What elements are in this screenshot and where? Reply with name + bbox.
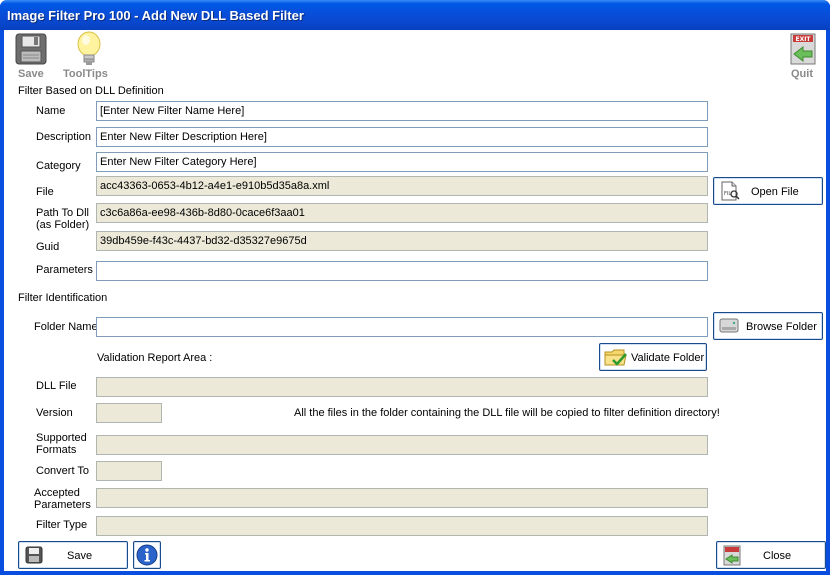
floppy-disk-icon xyxy=(25,546,43,564)
window-client-area: Save ToolTips EXIT Quit Filter Based on … xyxy=(4,30,826,571)
description-label: Description xyxy=(36,131,92,143)
svg-text:FIL: FIL xyxy=(724,191,731,197)
folder-check-icon xyxy=(604,349,627,366)
lightbulb-icon xyxy=(77,31,101,65)
category-field[interactable]: Enter New Filter Category Here] xyxy=(96,152,708,172)
toolbar-tooltips-button[interactable]: ToolTips xyxy=(62,30,116,82)
window-title: Image Filter Pro 100 - Add New DLL Based… xyxy=(7,8,304,23)
version-field xyxy=(96,403,162,423)
toolbar-tooltips-label: ToolTips xyxy=(63,68,108,80)
svg-text:EXIT: EXIT xyxy=(795,36,811,43)
name-field[interactable]: [Enter New Filter Name Here] xyxy=(96,101,708,121)
guid-field: 39db459e-f43c-4437-bd32-d35327e9675d xyxy=(96,231,708,251)
parameters-label: Parameters xyxy=(36,264,93,276)
footer-save-button[interactable]: Save xyxy=(18,541,128,569)
exit-door-icon xyxy=(723,545,741,566)
guid-label: Guid xyxy=(36,241,60,253)
folder-name-label: Folder Name xyxy=(34,321,98,333)
dll-file-field xyxy=(96,377,708,397)
validate-folder-button[interactable]: Validate Folder xyxy=(599,343,707,371)
accepted-parameters-field xyxy=(96,488,708,508)
filter-type-label: Filter Type xyxy=(36,519,88,531)
validate-folder-label: Validate Folder xyxy=(631,352,705,364)
validation-report-label: Validation Report Area : xyxy=(97,352,213,364)
copy-note: All the files in the folder containing t… xyxy=(294,407,720,419)
open-file-label: Open File xyxy=(751,186,799,198)
document-search-icon: FIL xyxy=(721,181,740,201)
toolbar-save-button[interactable]: Save xyxy=(12,30,54,82)
app-window: Image Filter Pro 100 - Add New DLL Based… xyxy=(0,0,830,575)
open-file-button[interactable]: FIL Open File xyxy=(713,177,823,205)
parameters-field[interactable] xyxy=(96,261,708,281)
exit-door-icon: EXIT xyxy=(790,33,816,65)
info-icon xyxy=(136,544,158,566)
name-label: Name xyxy=(36,105,66,117)
supported-formats-field xyxy=(96,435,708,455)
file-field: acc43363-0653-4b12-a4e1-e910b5d35a8a.xml xyxy=(96,176,708,196)
dll-file-label: DLL File xyxy=(36,380,77,392)
supported-formats-label: Supported Formats xyxy=(36,432,87,456)
convert-to-label: Convert To xyxy=(36,465,89,477)
file-label: File xyxy=(36,186,54,198)
toolbar-quit-label: Quit xyxy=(791,68,813,80)
accepted-parameters-label: Accepted Parameters xyxy=(34,487,91,511)
close-button[interactable]: Close xyxy=(716,541,826,569)
browse-folder-button[interactable]: Browse Folder xyxy=(713,312,823,340)
path-to-dll-label: Path To Dll (as Folder) xyxy=(36,207,90,231)
toolbar-quit-button[interactable]: EXIT Quit xyxy=(784,30,822,82)
filter-type-field xyxy=(96,516,708,536)
browse-folder-label: Browse Folder xyxy=(746,321,817,333)
version-label: Version xyxy=(36,407,73,419)
info-button[interactable] xyxy=(133,541,161,569)
section-filter-identification-heading: Filter Identification xyxy=(18,292,108,304)
drive-icon xyxy=(719,318,739,333)
footer-save-label: Save xyxy=(67,550,93,562)
folder-name-field[interactable] xyxy=(96,317,708,337)
category-label: Category xyxy=(36,160,81,172)
section-dll-definition-heading: Filter Based on DLL Definition xyxy=(18,85,164,97)
title-bar[interactable]: Image Filter Pro 100 - Add New DLL Based… xyxy=(0,0,830,30)
description-field[interactable]: Enter New Filter Description Here] xyxy=(96,127,708,147)
floppy-disk-icon xyxy=(15,33,47,65)
convert-to-field xyxy=(96,461,162,481)
path-to-dll-field: c3c6a86a-ee98-436b-8d80-0cace6f3aa01 xyxy=(96,203,708,223)
toolbar-save-label: Save xyxy=(18,68,44,80)
close-label: Close xyxy=(763,550,792,562)
